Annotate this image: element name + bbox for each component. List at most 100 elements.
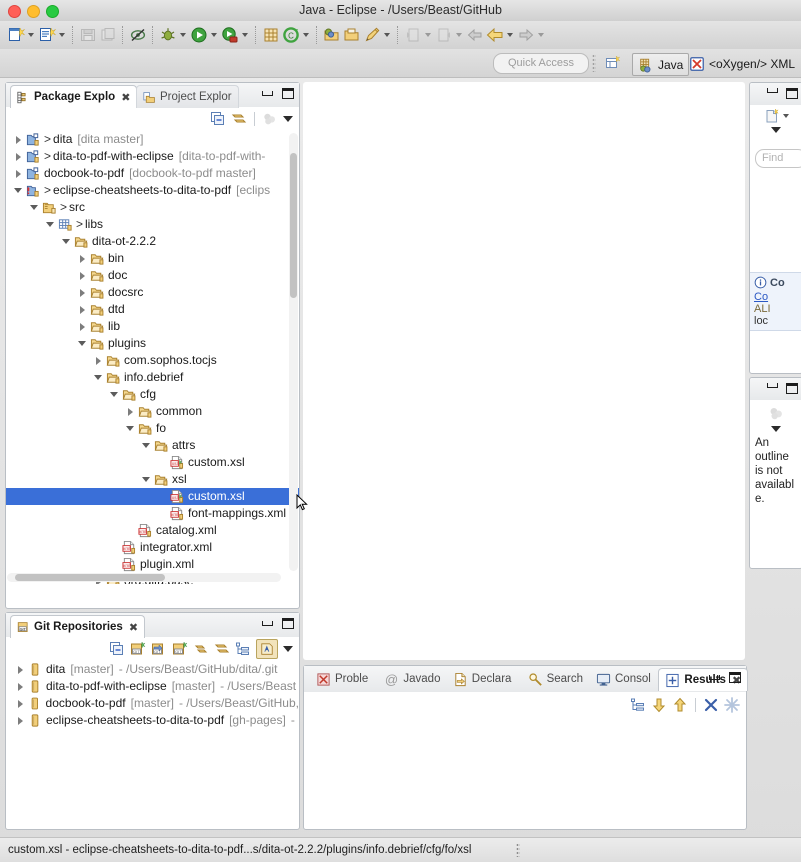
expand-arrow-open-icon[interactable] — [30, 203, 39, 212]
open-type-button[interactable]: C — [281, 23, 301, 47]
run-button[interactable] — [189, 23, 209, 47]
tree-row[interactable]: lib — [6, 318, 299, 335]
tree-row[interactable]: info.debrief — [6, 369, 299, 386]
debug-dropdown[interactable] — [180, 33, 186, 37]
expand-arrow-closed-icon[interactable] — [78, 288, 87, 297]
new-wizard-dropdown[interactable] — [28, 33, 34, 37]
close-all-icon[interactable] — [724, 697, 740, 713]
toolbar-grip[interactable] — [592, 54, 596, 72]
new-java-class-button[interactable] — [37, 23, 57, 47]
tree-row[interactable]: cfg — [6, 386, 299, 403]
link-editor-icon[interactable] — [231, 111, 247, 127]
hierarchy-icon[interactable] — [235, 641, 251, 657]
tree-row[interactable]: doc — [6, 267, 299, 284]
results-content[interactable] — [304, 718, 746, 823]
maximize-icon[interactable] — [786, 383, 798, 394]
status-bar-grip[interactable] — [516, 843, 520, 857]
expand-arrow-closed-icon[interactable] — [94, 356, 103, 365]
open-perspective-button[interactable] — [604, 54, 624, 72]
collapse-all-icon[interactable] — [109, 641, 125, 657]
print-button[interactable] — [98, 23, 118, 47]
tree-layout-icon[interactable] — [630, 697, 646, 713]
expand-arrow-closed-icon[interactable] — [78, 322, 87, 331]
tree-row[interactable]: > dita [dita master] — [6, 131, 299, 148]
expand-arrow-closed-icon[interactable] — [14, 152, 23, 161]
git-repo-row[interactable]: dita [master] - /Users/Beast/GitHub/dita/.… — [6, 661, 299, 678]
expand-arrow-open-icon[interactable] — [110, 390, 119, 399]
tree-row[interactable]: xsl custom.xsl — [6, 454, 299, 471]
expand-arrow-closed-icon[interactable] — [126, 407, 135, 416]
expand-arrow-closed-icon[interactable] — [14, 135, 23, 144]
expand-arrow-open-icon[interactable] — [126, 424, 135, 433]
minimize-icon[interactable] — [709, 675, 720, 680]
bottom-window-buttons[interactable] — [709, 672, 741, 683]
expand-arrow-closed-icon[interactable] — [16, 682, 25, 691]
previous-edit-location-button[interactable] — [485, 23, 505, 47]
tree-row[interactable]: dita-ot-2.2.2 — [6, 233, 299, 250]
minimize-icon[interactable] — [767, 88, 778, 93]
tree-row[interactable]: xml catalog.xml — [6, 522, 299, 539]
new-java-project-button[interactable] — [261, 23, 281, 47]
tab-package-explorer[interactable]: Package Explo ✖ — [10, 85, 138, 108]
tree-row[interactable]: > src — [6, 199, 299, 216]
tab-git-repositories[interactable]: GIT Git Repositories ✖ — [10, 615, 146, 638]
next-annotation-dropdown[interactable] — [425, 33, 431, 37]
maximize-icon[interactable] — [282, 618, 294, 629]
git-repo-row[interactable]: docbook-to-pdf [master] - /Users/Beast/Git… — [6, 695, 299, 712]
tree-row[interactable]: xml plugin.xml — [6, 556, 299, 573]
tree-row[interactable]: docsrc — [6, 284, 299, 301]
open-task-button[interactable] — [322, 23, 342, 47]
view-menu-icon[interactable] — [283, 646, 293, 652]
previous-annotation-dropdown[interactable] — [456, 33, 462, 37]
new-cheatsheet-dropdown[interactable] — [782, 114, 789, 118]
link-editor-icon[interactable] — [214, 641, 230, 657]
tab-declara[interactable]: Declara — [447, 668, 518, 690]
previous-edit-dropdown[interactable] — [507, 33, 513, 37]
tree-row[interactable]: xml integrator.xml — [6, 539, 299, 556]
forward-dropdown[interactable] — [538, 33, 544, 37]
expand-arrow-closed-icon[interactable] — [16, 665, 25, 674]
expand-arrow-open-icon[interactable] — [78, 339, 87, 348]
view-menu-icon[interactable] — [283, 116, 293, 122]
expand-arrow-open-icon[interactable] — [14, 186, 23, 195]
refresh-icon[interactable] — [193, 641, 209, 657]
open-type-dropdown[interactable] — [303, 33, 309, 37]
run-dropdown[interactable] — [211, 33, 217, 37]
external-tools-dropdown[interactable] — [242, 33, 248, 37]
save-button[interactable] — [78, 23, 98, 47]
minimize-icon[interactable] — [262, 621, 273, 626]
expand-arrow-open-icon[interactable] — [46, 220, 55, 229]
close-icon[interactable]: ✖ — [129, 621, 138, 634]
maximize-icon[interactable] — [729, 672, 741, 683]
tree-row[interactable]: xml font-mappings.xml — [6, 505, 299, 522]
forward-button[interactable] — [516, 23, 536, 47]
git-create-icon[interactable]: GIT — [172, 641, 188, 657]
minimize-icon[interactable] — [767, 383, 778, 388]
tree-row-selected[interactable]: xsl custom.xsl — [6, 488, 299, 505]
focus-task-icon[interactable] — [262, 111, 278, 127]
outline-window-buttons[interactable] — [767, 383, 798, 394]
debug-button[interactable] — [158, 23, 178, 47]
perspective-java[interactable]: Java — [632, 53, 690, 76]
tab-project-explorer[interactable]: Project Explor — [136, 85, 239, 108]
package-explorer-hscrollbar[interactable] — [7, 573, 281, 582]
external-tools-button[interactable] — [220, 23, 240, 47]
git-repo-row[interactable]: dita-to-pdf-with-eclipse [master] - /Users… — [6, 678, 299, 695]
tree-row[interactable]: bin — [6, 250, 299, 267]
branch-commit-toggle[interactable] — [256, 639, 278, 659]
tree-row[interactable]: dtd — [6, 301, 299, 318]
new-cheatsheet-icon[interactable] — [764, 108, 780, 124]
tree-row[interactable]: plugins — [6, 335, 299, 352]
tree-row[interactable]: > libs — [6, 216, 299, 233]
tree-row[interactable]: fo — [6, 420, 299, 437]
maximize-icon[interactable] — [282, 88, 294, 99]
git-repo-row[interactable]: eclipse-cheatsheets-to-dita-to-pdf [gh-pa… — [6, 712, 299, 729]
expand-arrow-open-icon[interactable] — [142, 475, 151, 484]
edit-key-button[interactable] — [362, 23, 382, 47]
down-arrow-icon[interactable] — [651, 697, 667, 713]
tab-proble[interactable]: Proble — [310, 668, 374, 690]
tab-javado[interactable]: @ Javado — [378, 668, 446, 690]
editor-area[interactable] — [303, 82, 745, 660]
tree-row[interactable]: docbook-to-pdf [docbook-to-pdf master] — [6, 165, 299, 182]
package-explorer-window-buttons[interactable] — [262, 88, 294, 99]
